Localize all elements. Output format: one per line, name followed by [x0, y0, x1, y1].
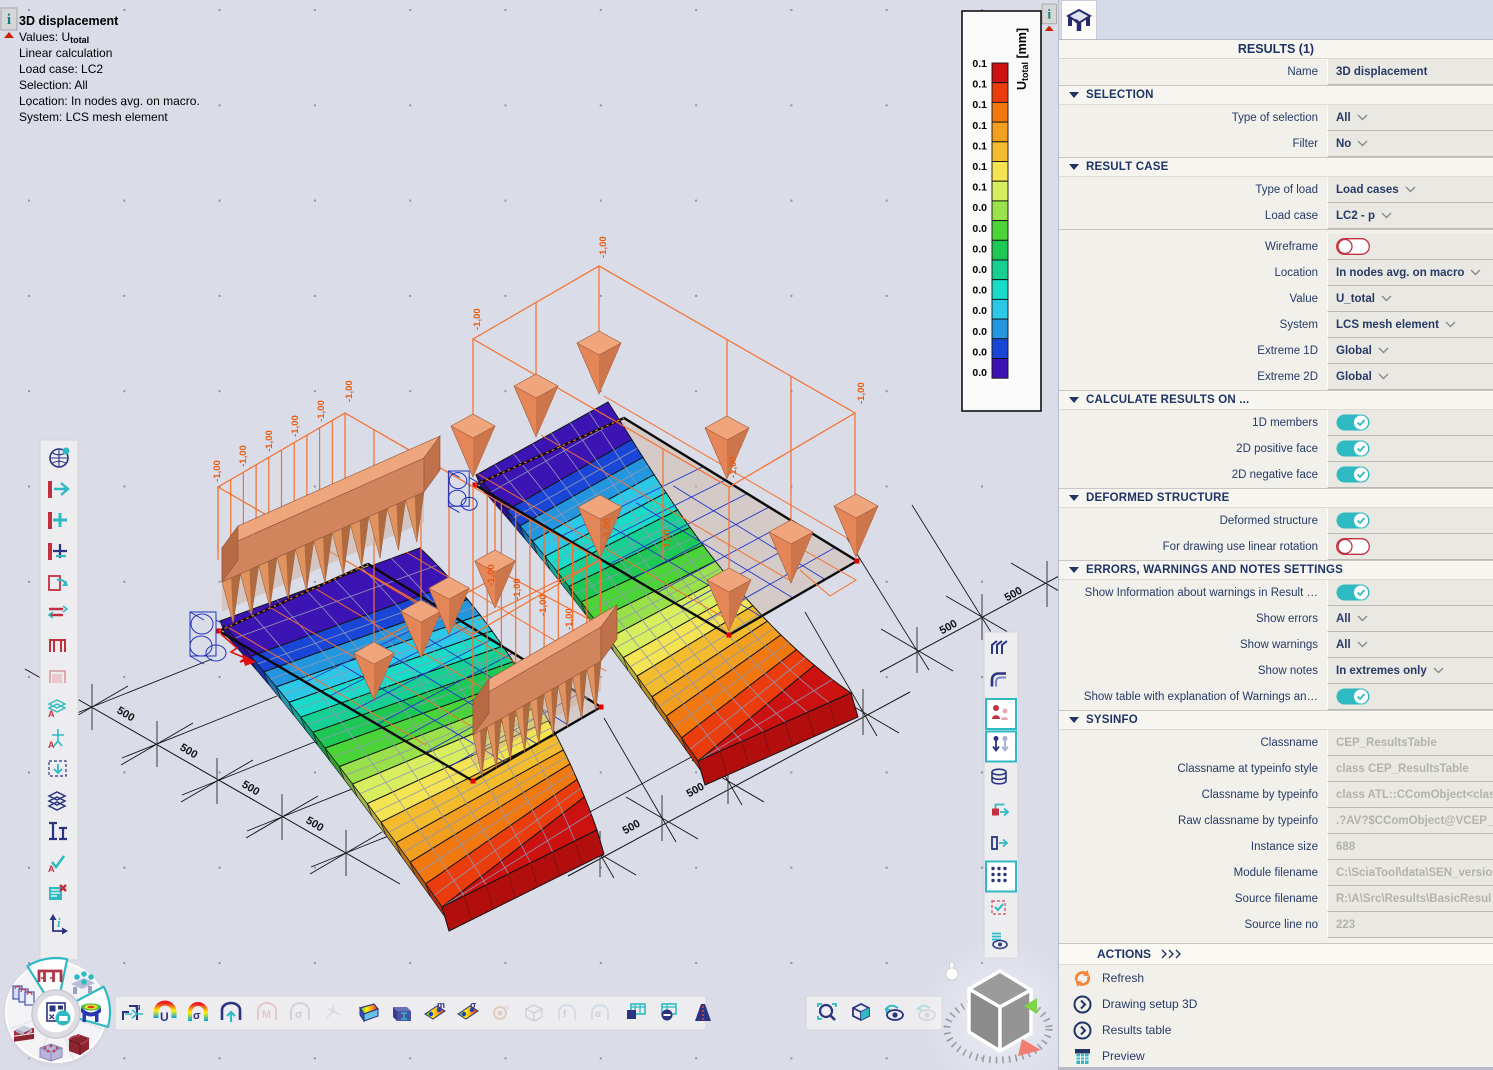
- svg-text:α: α: [595, 1009, 602, 1020]
- svg-text:i: i: [57, 915, 61, 930]
- svg-text:A: A: [48, 709, 55, 719]
- svg-text:A: A: [48, 740, 55, 750]
- svg-text:σ: σ: [470, 1000, 476, 1010]
- svg-text:m: m: [437, 1000, 445, 1010]
- svg-text:σ: σ: [193, 1010, 201, 1022]
- svg-text:σ: σ: [295, 1009, 303, 1021]
- svg-text:u: u: [135, 1002, 141, 1012]
- svg-text:A: A: [48, 864, 55, 874]
- svg-text:σ: σ: [504, 1003, 509, 1012]
- svg-text:M: M: [262, 1009, 271, 1021]
- svg-text:U: U: [160, 1010, 169, 1024]
